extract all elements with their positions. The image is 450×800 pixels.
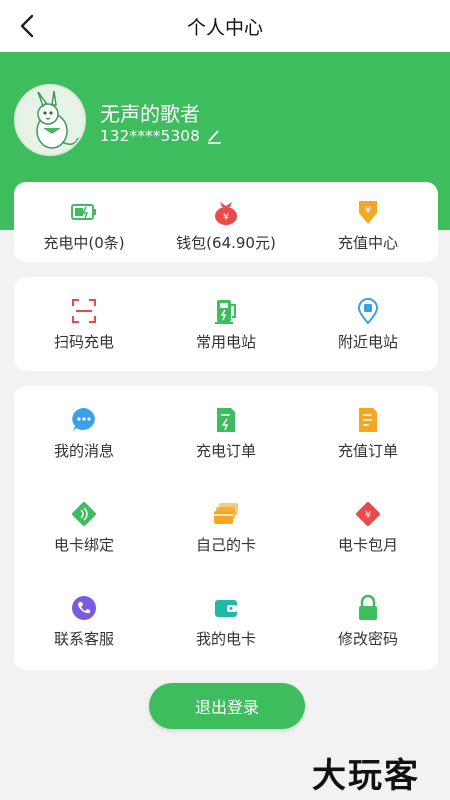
favorite-stations-label: 常用电站 (195, 333, 256, 351)
account-summary-card: 充电中(0条) ¥ 钱包(64.90元) ¥ 充值中心 (14, 182, 438, 262)
lock-icon (359, 594, 377, 620)
wallet-card-icon (215, 600, 237, 617)
phone-row: 132****5308 (100, 127, 222, 145)
service-menu-card: 我的消息 充电订单 充值订单 电卡绑定 自己的卡 ¥ 电卡包月 联系客服 我的电… (14, 386, 438, 670)
card-bind-icon (72, 502, 96, 526)
card-binding-item[interactable]: 电卡绑定 (14, 500, 154, 574)
wallet-label: 钱包(64.90元) (176, 234, 276, 252)
charging-status-label: 充电中(0条) (43, 234, 125, 252)
top-nav-bar: 个人中心 (0, 0, 450, 52)
charge-order-icon (217, 408, 235, 432)
my-e-card-label: 我的电卡 (195, 630, 256, 648)
battery-charging-icon (71, 204, 96, 220)
monthly-card-item[interactable]: ¥ 电卡包月 (298, 500, 438, 574)
monthly-card-icon: ¥ (356, 502, 380, 526)
wallet-item[interactable]: ¥ 钱包(64.90元) (156, 198, 296, 272)
phone-number: 132****5308 (100, 127, 201, 145)
scan-charge-item[interactable]: 扫码充电 (14, 297, 154, 371)
message-icon (72, 408, 95, 432)
customer-service-label: 联系客服 (53, 630, 114, 648)
phone-icon (72, 596, 96, 620)
page-title: 个人中心 (186, 16, 263, 39)
own-cards-item[interactable]: 自己的卡 (156, 500, 296, 574)
monthly-card-label: 电卡包月 (337, 536, 398, 554)
cards-icon (214, 503, 238, 524)
favorite-stations-item[interactable]: 常用电站 (156, 297, 296, 371)
nearby-stations-label: 附近电站 (337, 333, 398, 351)
charge-orders-item[interactable]: 充电订单 (156, 406, 296, 480)
recharge-center-label: 充值中心 (337, 234, 398, 252)
nearby-stations-item[interactable]: 附近电站 (298, 297, 438, 371)
wallet-bag-icon: ¥ (215, 202, 237, 225)
location-pin-icon (357, 298, 379, 325)
avatar[interactable] (14, 84, 86, 156)
svg-text:¥: ¥ (223, 212, 229, 223)
logout-button[interactable]: 退出登录 (149, 683, 305, 729)
charge-orders-label: 充电订单 (195, 442, 256, 460)
svg-text:¥: ¥ (365, 205, 371, 216)
edit-icon[interactable] (206, 128, 222, 144)
recharge-center-icon: ¥ (359, 201, 377, 224)
change-password-item[interactable]: 修改密码 (298, 594, 438, 668)
my-e-card-item[interactable]: 我的电卡 (156, 594, 296, 668)
customer-service-item[interactable]: 联系客服 (14, 594, 154, 668)
back-arrow-icon[interactable] (14, 12, 42, 40)
svg-text:¥: ¥ (365, 510, 371, 521)
watermark-logo: 大玩客 (312, 756, 420, 796)
recharge-center-item[interactable]: ¥ 充值中心 (298, 198, 438, 272)
own-cards-label: 自己的卡 (195, 536, 256, 554)
scan-charge-label: 扫码充电 (53, 333, 114, 351)
scan-icon (72, 299, 96, 323)
username: 无声的歌者 (100, 102, 200, 126)
charging-status-item[interactable]: 充电中(0条) (14, 198, 154, 272)
quick-actions-card: 扫码充电 常用电站 附近电站 (14, 277, 438, 371)
recharge-orders-item[interactable]: 充值订单 (298, 406, 438, 480)
change-password-label: 修改密码 (337, 630, 398, 648)
my-messages-item[interactable]: 我的消息 (14, 406, 154, 480)
my-messages-label: 我的消息 (53, 442, 114, 460)
card-binding-label: 电卡绑定 (53, 536, 114, 554)
recharge-orders-label: 充值订单 (337, 442, 398, 460)
recharge-order-icon (359, 408, 377, 432)
charging-pile-icon (215, 300, 236, 324)
